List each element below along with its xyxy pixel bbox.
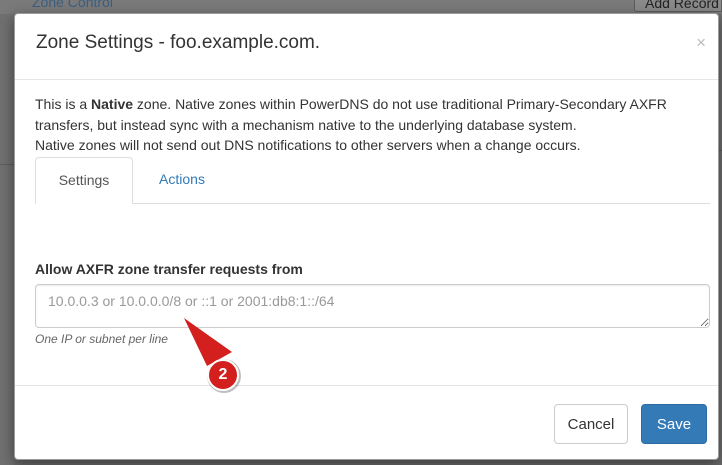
axfr-help-text: One IP or subnet per line bbox=[35, 332, 168, 346]
background-zone-control-link: Zone Control bbox=[32, 0, 113, 10]
intro-notification-note: Native zones will not send out DNS notif… bbox=[35, 137, 581, 153]
intro-native-bold: Native bbox=[91, 96, 134, 112]
background-left-edge bbox=[0, 14, 14, 465]
modal-body: This is a Native zone. Native zones with… bbox=[15, 80, 718, 156]
cancel-button[interactable]: Cancel bbox=[554, 404, 628, 444]
tab-settings[interactable]: Settings bbox=[35, 157, 133, 204]
modal-header: Zone Settings - foo.example.com. × bbox=[15, 14, 718, 80]
save-button[interactable]: Save bbox=[641, 404, 707, 444]
background-bottom-edge bbox=[14, 460, 722, 465]
axfr-field-label: Allow AXFR zone transfer requests from bbox=[35, 261, 303, 277]
callout-number: 2 bbox=[218, 366, 228, 383]
tab-actions[interactable]: Actions bbox=[139, 157, 225, 203]
settings-tabs: Settings Actions bbox=[35, 157, 710, 204]
native-zone-description: This is a Native zone. Native zones with… bbox=[35, 94, 698, 156]
axfr-allowed-textarea[interactable] bbox=[35, 284, 710, 328]
zone-settings-modal: Zone Settings - foo.example.com. × This … bbox=[14, 13, 719, 460]
intro-text-start: This is a bbox=[35, 96, 92, 112]
background-add-record-button: Add Record bbox=[634, 0, 722, 12]
modal-title: Zone Settings - foo.example.com. bbox=[36, 32, 321, 53]
close-icon[interactable]: × bbox=[696, 34, 706, 51]
